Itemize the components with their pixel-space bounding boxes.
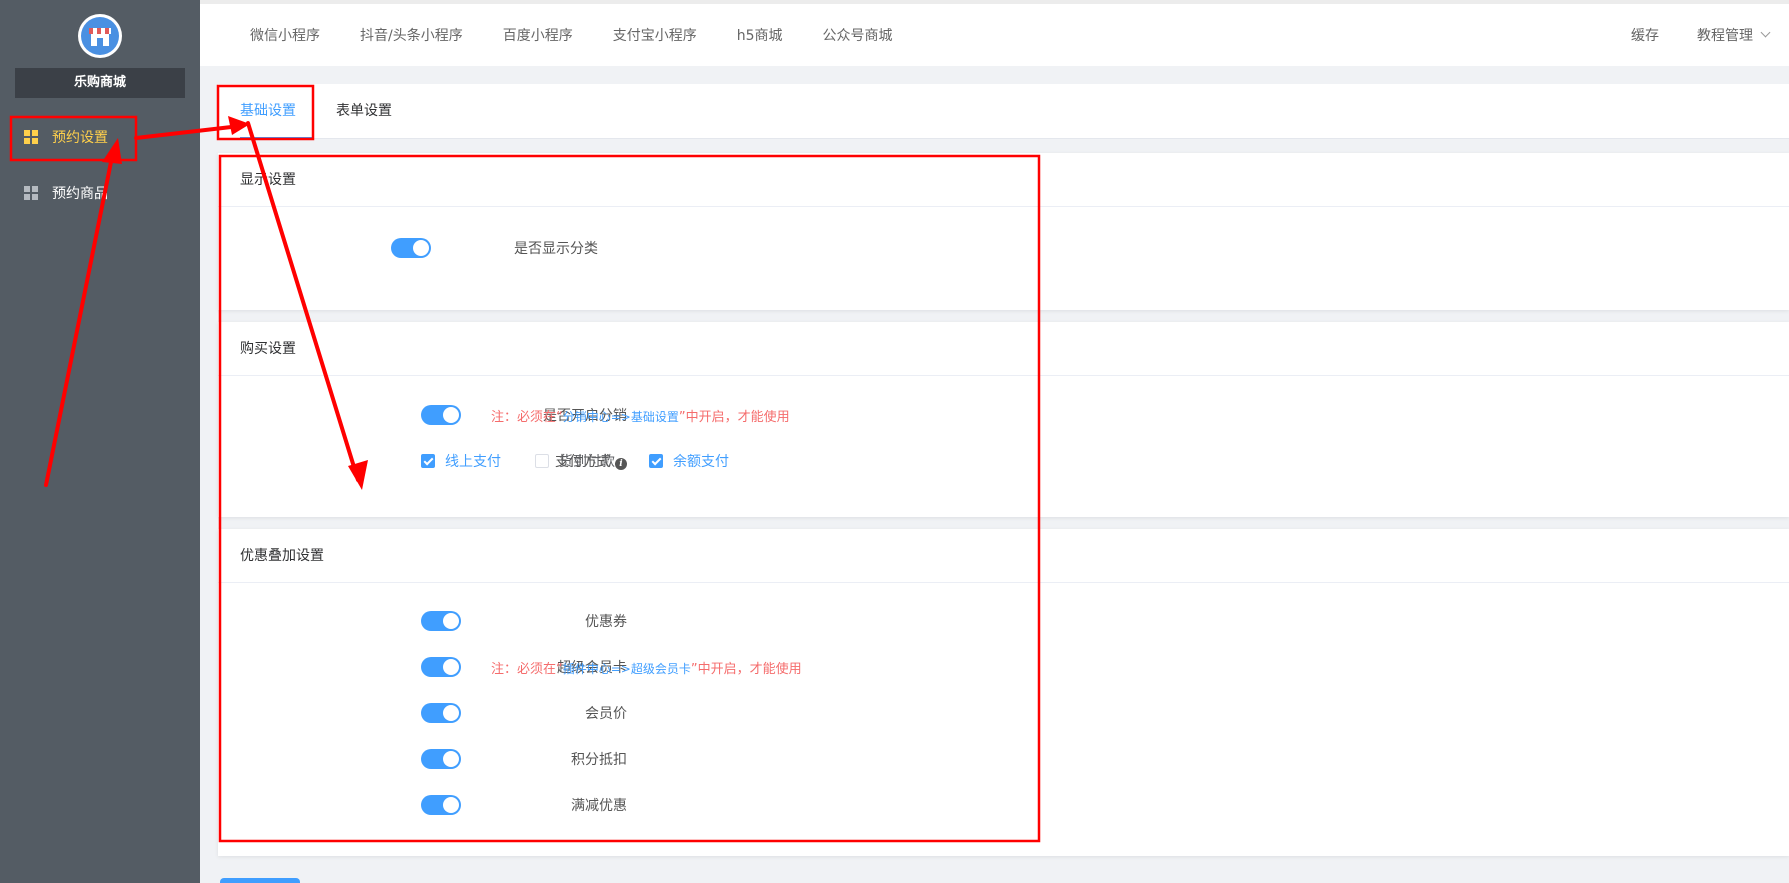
form-row: 是否开启分销 注：必须在“分销中心=>基础设置”中开启，才能使用: [218, 403, 1789, 427]
note-text: 注：必须在“: [491, 409, 563, 425]
save-button[interactable]: [220, 878, 300, 883]
store-icon: [81, 17, 119, 55]
checkbox-label: 余额支付: [673, 454, 729, 470]
nav-douyin-miniprogram[interactable]: 抖音/头条小程序: [340, 25, 483, 45]
full-reduction-label: 满减优惠: [571, 798, 627, 814]
section-title: 显示设置: [218, 153, 1789, 207]
nav-wechat-miniprogram[interactable]: 微信小程序: [200, 25, 340, 45]
top-bar: 微信小程序 抖音/头条小程序 百度小程序 支付宝小程序 h5商城 公众号商城 缓…: [200, 0, 1789, 66]
shop-name: 乐购商城: [15, 68, 185, 98]
full-reduction-switch[interactable]: [421, 795, 461, 815]
section-title: 优惠叠加设置: [218, 529, 1789, 583]
checkbox-label: 线上支付: [445, 454, 501, 470]
payment-online-checkbox[interactable]: 线上支付: [421, 451, 501, 471]
checkbox-box: [649, 454, 663, 468]
form-row: 会员价: [218, 701, 1789, 725]
note-text: ”中开启，才能使用: [690, 661, 802, 677]
payment-balance-checkbox[interactable]: 余额支付: [649, 451, 729, 471]
distribution-center-link[interactable]: 分销中心=>基础设置: [563, 410, 679, 424]
member-price-label: 会员价: [585, 706, 627, 722]
sidebar: 乐购商城 预约设置 预约商品: [0, 0, 200, 883]
sidebar-item-booking-settings[interactable]: 预约设置: [0, 113, 200, 161]
tab-basic-settings[interactable]: 基础设置: [240, 84, 296, 139]
points-deduction-switch[interactable]: [421, 749, 461, 769]
section-title: 购买设置: [218, 322, 1789, 376]
nav-h5-mall[interactable]: h5商城: [717, 25, 803, 45]
top-right-menu: 缓存 教程管理: [1593, 4, 1771, 66]
form-row: 超级会员卡 注：必须在“插件中心=>超级会员卡”中开启，才能使用: [218, 655, 1789, 679]
grid-icon: [24, 130, 38, 144]
note-text: 注：必须在“: [491, 661, 563, 677]
show-category-switch[interactable]: [391, 238, 431, 258]
nav-official-account-mall[interactable]: 公众号商城: [803, 25, 913, 45]
svip-card-switch[interactable]: [421, 657, 461, 677]
checkbox-label: 货到付款: [559, 454, 615, 470]
member-price-switch[interactable]: [421, 703, 461, 723]
grid-icon: [24, 186, 38, 200]
nav-alipay-miniprogram[interactable]: 支付宝小程序: [593, 25, 717, 45]
note-text: ”中开启，才能使用: [678, 409, 790, 425]
distribution-note: 注：必须在“分销中心=>基础设置”中开启，才能使用: [491, 406, 790, 425]
form-row: 是否显示分类: [218, 236, 1789, 260]
display-settings-card: 显示设置 是否显示分类: [218, 153, 1789, 310]
tutorial-menu[interactable]: 教程管理: [1697, 25, 1771, 45]
purchase-settings-card: 购买设置 是否开启分销 注：必须在“分销中心=>基础设置”中开启，才能使用 支付…: [218, 322, 1789, 517]
payment-cod-checkbox[interactable]: 货到付款: [535, 451, 615, 471]
settings-tabs: 基础设置 表单设置: [218, 84, 1789, 139]
checkbox-box: [421, 454, 435, 468]
coupon-switch[interactable]: [421, 611, 461, 631]
nav-baidu-miniprogram[interactable]: 百度小程序: [483, 25, 593, 45]
distribution-switch[interactable]: [421, 405, 461, 425]
checkbox-box: [535, 454, 549, 468]
chevron-down-icon: [1760, 27, 1771, 38]
tutorial-label: 教程管理: [1697, 28, 1753, 44]
tab-active-indicator: [240, 137, 314, 139]
form-row: 积分抵扣: [218, 747, 1789, 771]
show-category-label: 是否显示分类: [514, 241, 598, 257]
cache-button[interactable]: 缓存: [1631, 25, 1659, 45]
svip-note: 注：必须在“插件中心=>超级会员卡”中开启，才能使用: [491, 658, 802, 677]
form-row: 满减优惠: [218, 793, 1789, 817]
points-deduction-label: 积分抵扣: [571, 752, 627, 768]
top-nav: 微信小程序 抖音/头条小程序 百度小程序 支付宝小程序 h5商城 公众号商城: [200, 4, 913, 66]
shop-logo: [78, 14, 122, 58]
plugin-center-link[interactable]: 插件中心=>超级会员卡: [563, 662, 691, 676]
logo-area: 乐购商城: [0, 0, 200, 108]
tab-form-settings[interactable]: 表单设置: [336, 84, 392, 139]
sidebar-item-label: 预约设置: [52, 130, 108, 146]
form-row: 支付方式 i 线上支付 货到付款 余额支付: [218, 449, 1789, 473]
sidebar-item-booking-goods[interactable]: 预约商品: [0, 169, 200, 217]
form-row: 优惠券: [218, 609, 1789, 633]
coupon-label: 优惠券: [585, 614, 627, 630]
sidebar-item-label: 预约商品: [52, 186, 108, 202]
discount-settings-card: 优惠叠加设置 优惠券 超级会员卡 注：必须在“插件中心=>超级会员卡”中开启，才…: [218, 529, 1789, 856]
